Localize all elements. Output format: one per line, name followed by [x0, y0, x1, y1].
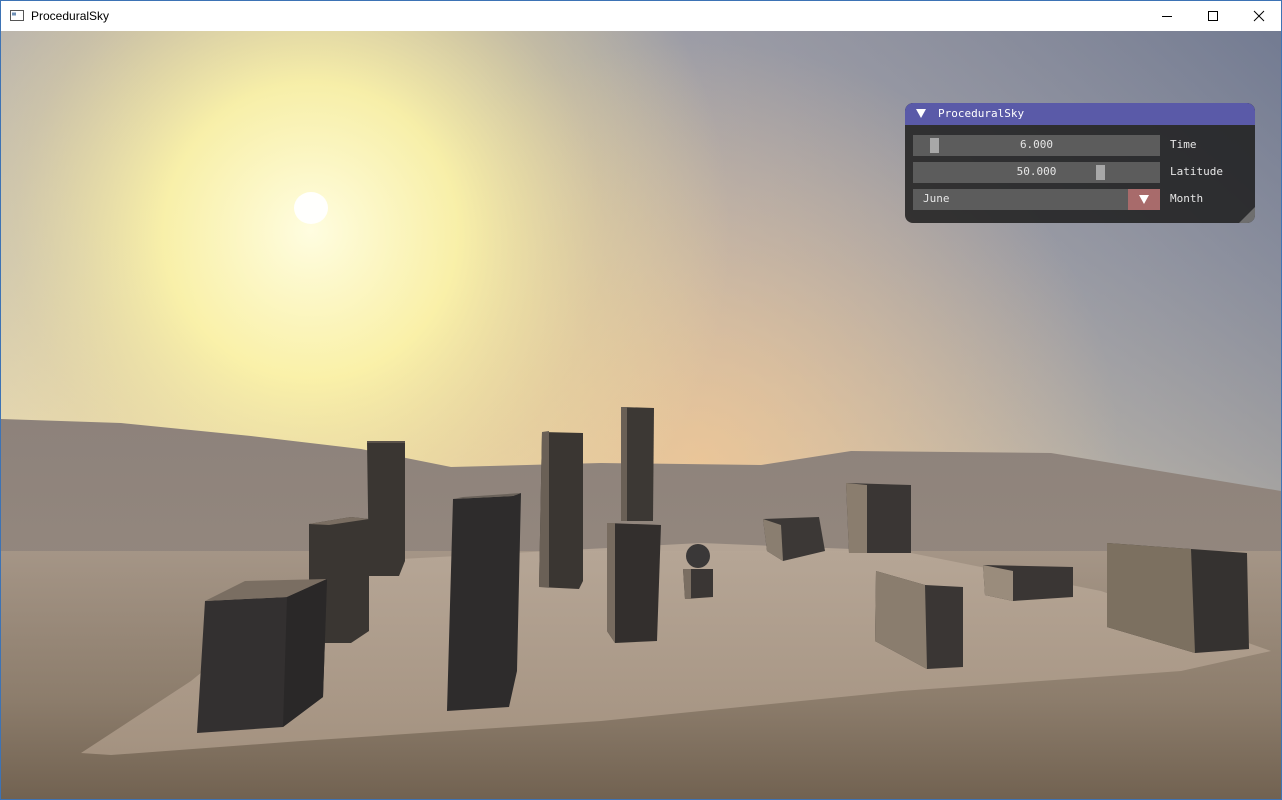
time-slider[interactable]: 6.000 — [913, 135, 1160, 156]
time-label: Time — [1170, 138, 1197, 151]
month-combo[interactable]: June — [913, 189, 1160, 210]
chevron-down-icon — [1139, 195, 1149, 204]
title-bar[interactable]: ProceduralSky — [1, 1, 1281, 31]
minimize-button[interactable] — [1144, 1, 1190, 31]
procedural-sky-panel[interactable]: ProceduralSky 6.000 Time 50.000 Latitude… — [905, 103, 1255, 223]
window-title: ProceduralSky — [31, 9, 110, 23]
app-window: ProceduralSky ProceduralSky 6.000 Time 5… — [0, 0, 1282, 800]
resize-grip[interactable] — [1239, 207, 1255, 223]
time-value: 6.000 — [1019, 138, 1054, 151]
maximize-icon — [1208, 11, 1218, 21]
latitude-label: Latitude — [1170, 165, 1223, 178]
close-button[interactable] — [1236, 1, 1281, 31]
sun — [294, 192, 328, 224]
month-label: Month — [1170, 192, 1204, 205]
month-value: June — [923, 192, 950, 205]
app-window-icon — [10, 10, 24, 21]
latitude-slider[interactable]: 50.000 — [913, 162, 1160, 183]
collapse-arrow-icon[interactable] — [916, 109, 926, 118]
minimize-icon — [1162, 16, 1172, 17]
latitude-value: 50.000 — [1016, 165, 1057, 178]
month-dropdown-button[interactable] — [1128, 189, 1160, 210]
panel-title: ProceduralSky — [938, 107, 1025, 120]
close-icon — [1253, 10, 1265, 22]
maximize-button[interactable] — [1190, 1, 1236, 31]
panel-title-bar[interactable]: ProceduralSky — [905, 103, 1255, 125]
